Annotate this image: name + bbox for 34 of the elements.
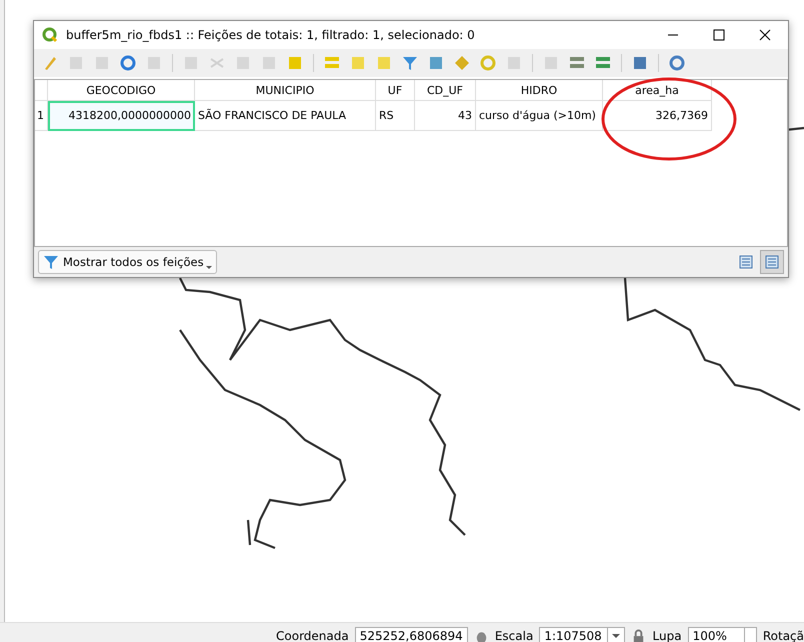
- diamond-icon[interactable]: [454, 55, 470, 71]
- coordinate-label: Coordenada: [276, 629, 349, 642]
- pencil-icon[interactable]: [42, 55, 58, 71]
- column-header[interactable]: UF: [376, 80, 414, 100]
- square-icon[interactable]: [350, 55, 366, 71]
- table-cell[interactable]: 4318200,0000000000: [48, 100, 194, 130]
- table-cell[interactable]: SÃO FRANCISCO DE PAULA: [194, 100, 376, 130]
- table-cell[interactable]: curso d'água (>10m): [476, 100, 602, 130]
- table-cell[interactable]: 43: [414, 100, 476, 130]
- coordinate-field[interactable]: 525252,6806894: [354, 627, 468, 642]
- magnifier-field[interactable]: 100%: [688, 627, 745, 642]
- table-cell[interactable]: 326,7369: [602, 100, 712, 130]
- rows-icon[interactable]: [324, 55, 340, 71]
- maximize-icon[interactable]: [713, 29, 725, 41]
- dropdown-button[interactable]: [606, 627, 626, 642]
- column-header[interactable]: CD_UF: [414, 80, 476, 100]
- column-header[interactable]: MUNICIPIO: [194, 80, 376, 100]
- window-title: buffer5m_rio_fbds1 :: Feições de totais: 1, filtrado: 1, selecionado: 0: [66, 28, 476, 42]
- funnel-icon: [43, 254, 59, 270]
- square-icon[interactable]: [376, 55, 392, 71]
- q-logo-icon: [42, 27, 58, 43]
- scale-field[interactable]: 1:107508: [539, 627, 608, 642]
- filter-button[interactable]: Mostrar todos os feições: [38, 250, 217, 274]
- spin-button[interactable]: [744, 627, 757, 642]
- rotation-label: Rotaçã: [762, 629, 804, 642]
- table-cell[interactable]: RS: [376, 100, 414, 130]
- funnel-icon[interactable]: [402, 55, 418, 71]
- column-header[interactable]: GEOCODIGO: [48, 80, 194, 100]
- close-icon[interactable]: [759, 29, 771, 41]
- table-view-button[interactable]: [760, 250, 784, 274]
- caret-icon: [206, 266, 212, 268]
- column-header[interactable]: HIDRO: [476, 80, 602, 100]
- row-number[interactable]: 1: [35, 100, 48, 130]
- scale-label: Escala: [494, 629, 534, 642]
